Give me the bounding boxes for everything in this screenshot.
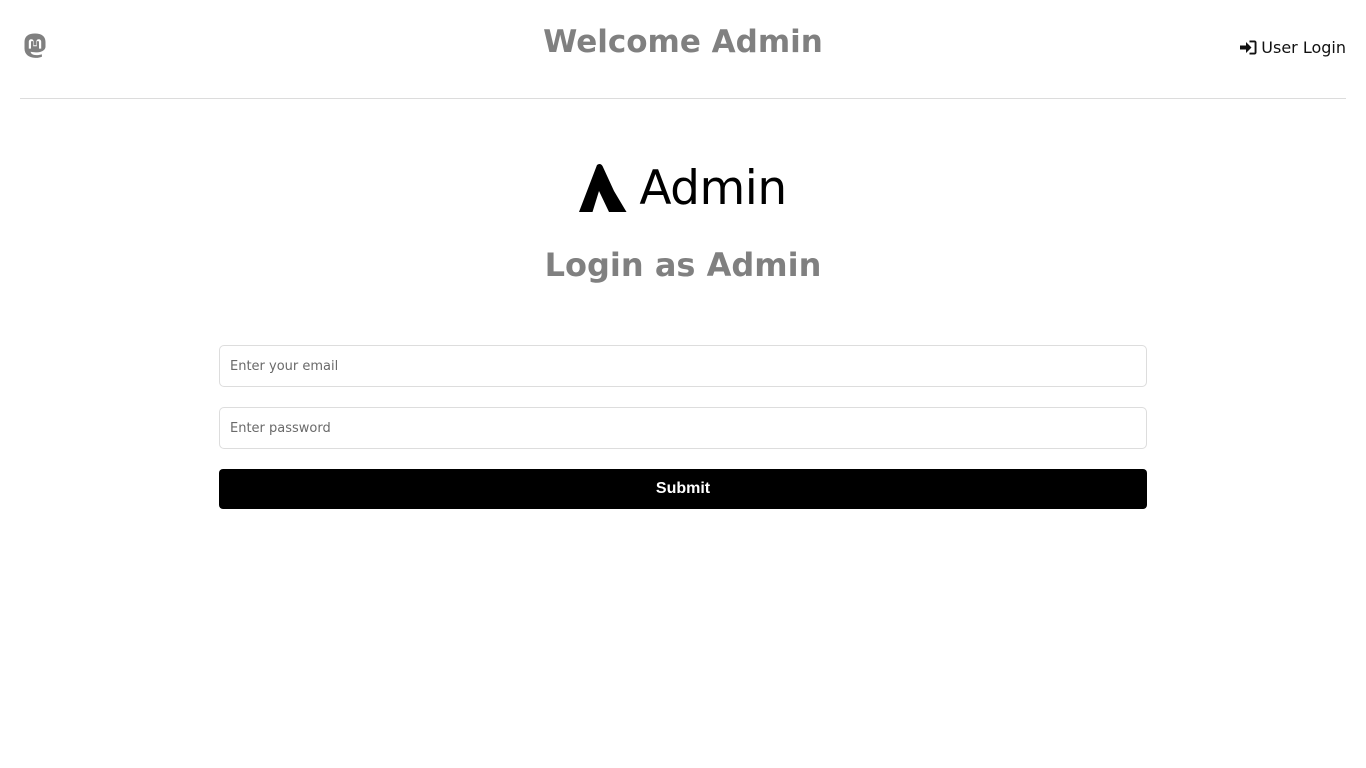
user-login-link[interactable]: User Login — [1240, 38, 1346, 57]
page-title: Welcome Admin — [543, 24, 823, 60]
email-field[interactable] — [219, 345, 1147, 387]
admin-login-page: Welcome Admin User Login Admin Login as … — [0, 0, 1366, 768]
brand-logo: Admin — [0, 160, 1366, 216]
sign-in-icon — [1240, 40, 1257, 55]
header: Welcome Admin User Login — [20, 0, 1346, 99]
login-heading: Login as Admin — [544, 246, 822, 284]
submit-button[interactable]: Submit — [219, 469, 1147, 509]
brand-label: Admin — [639, 160, 787, 216]
atlassian-icon — [579, 163, 627, 212]
login-form: Submit — [219, 345, 1147, 509]
password-field[interactable] — [219, 407, 1147, 449]
user-login-label: User Login — [1261, 38, 1346, 57]
